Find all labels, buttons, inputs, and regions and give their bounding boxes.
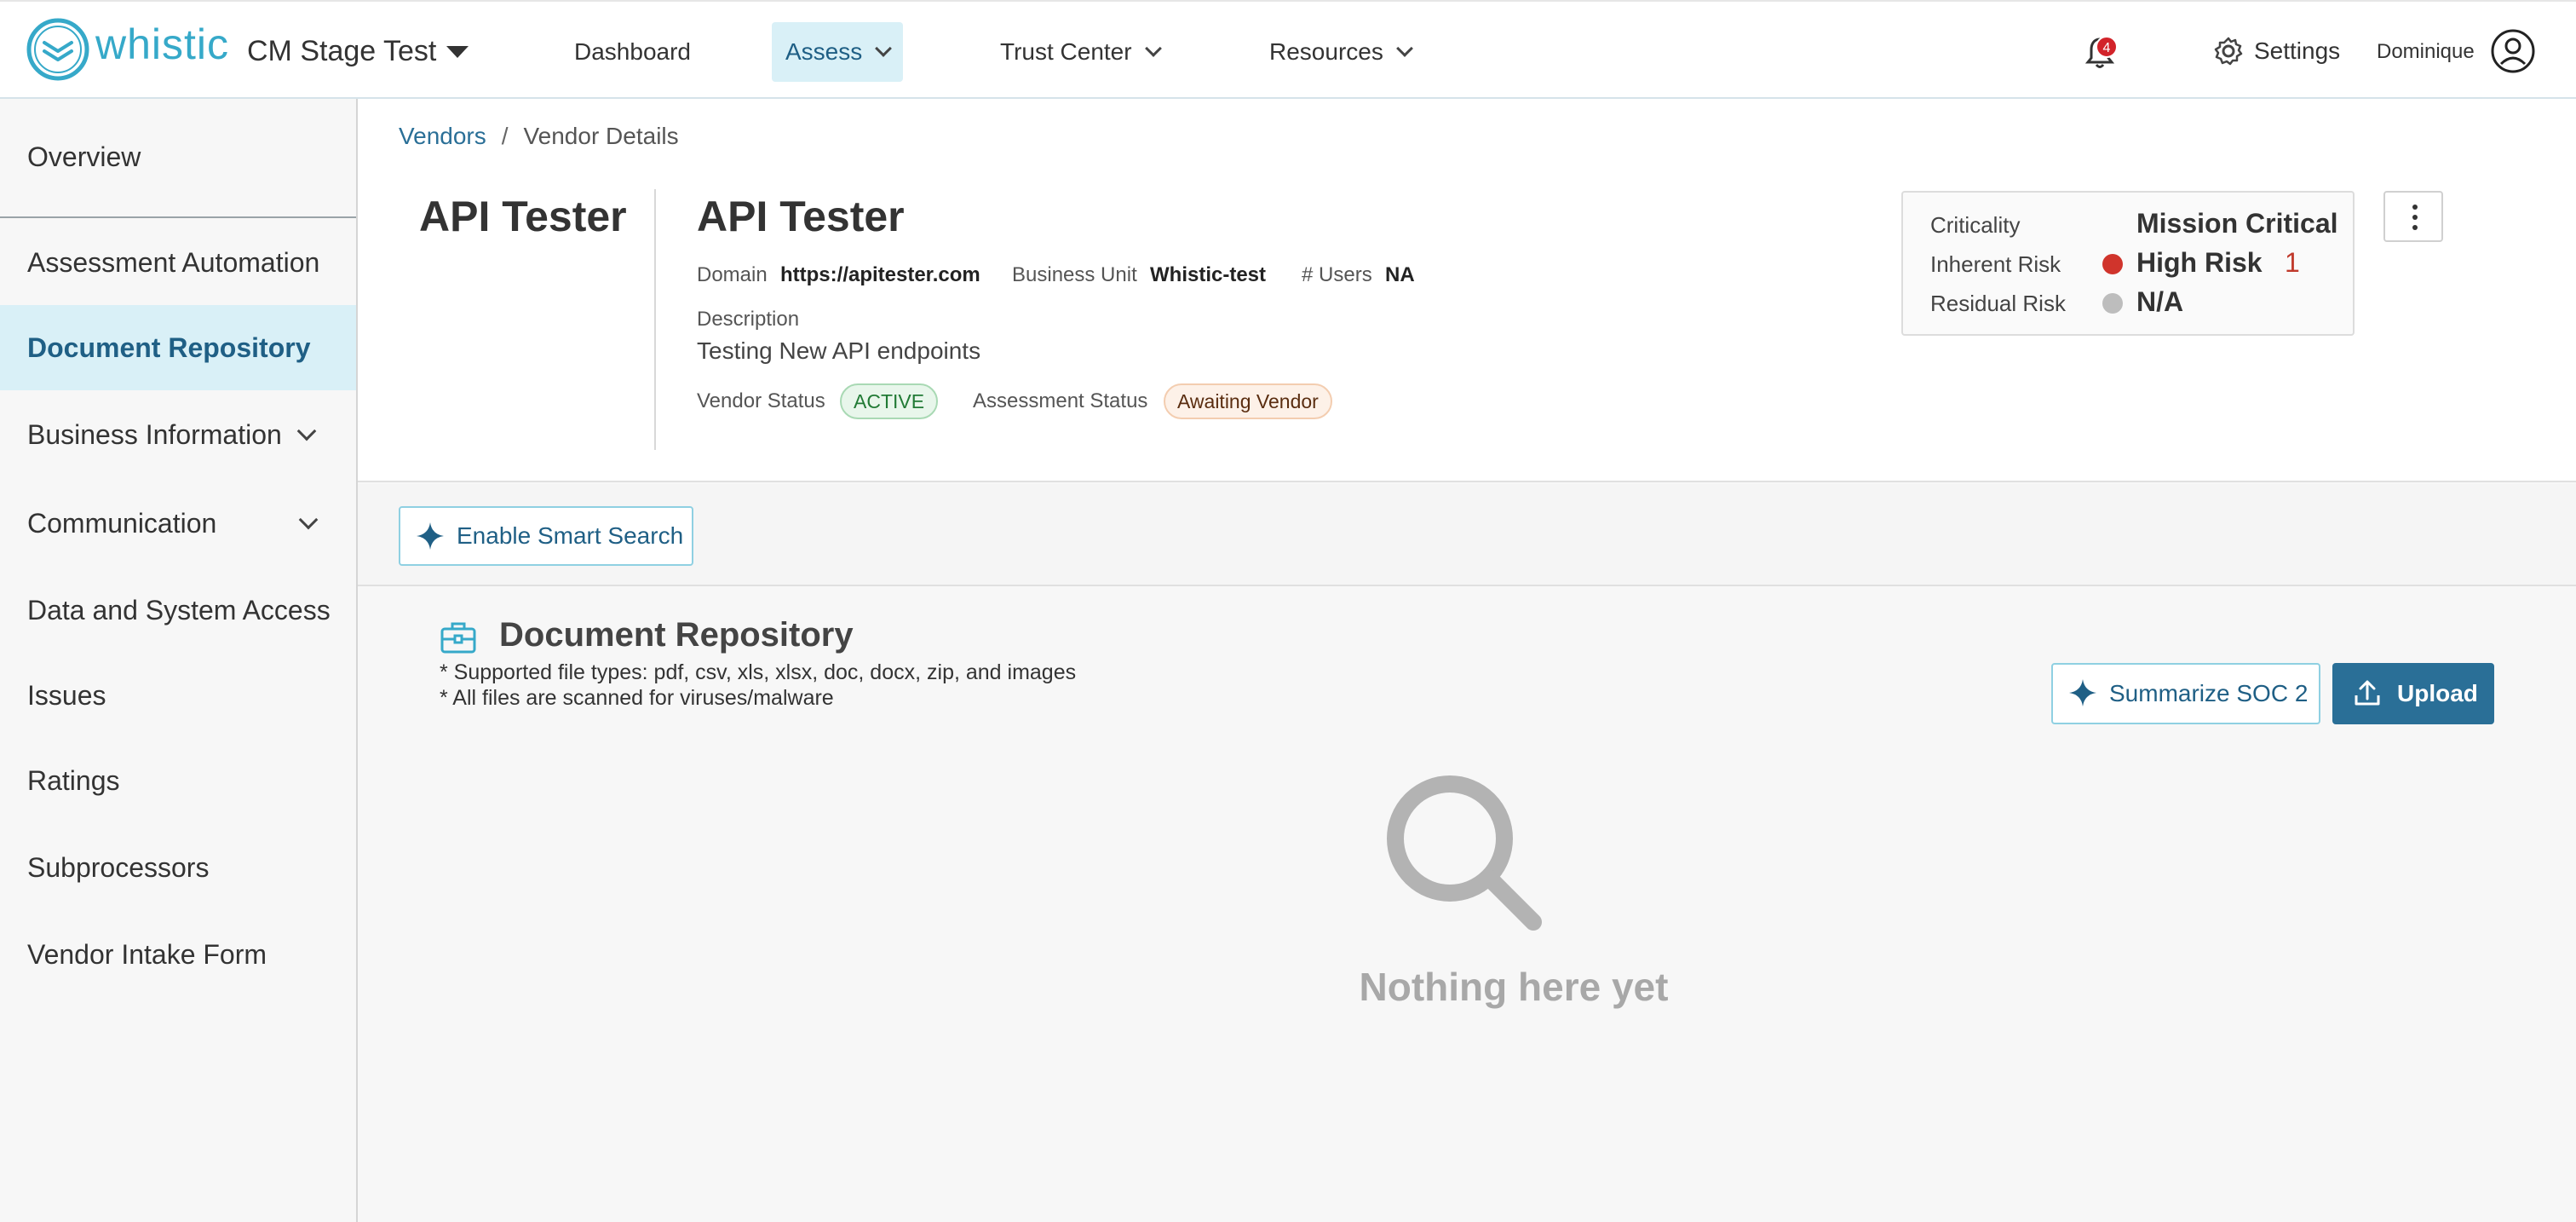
sidebar-item-label: Overview bbox=[27, 141, 141, 172]
nav-assess-label: Assess bbox=[785, 38, 863, 65]
assessment-status-badge: Awaiting Vendor bbox=[1164, 383, 1332, 419]
user-name[interactable]: Dominique bbox=[2377, 39, 2475, 65]
sidebar-item-label: Assessment Automation bbox=[27, 247, 320, 278]
sidebar-divider bbox=[0, 216, 356, 218]
upload-button[interactable]: Upload bbox=[2332, 663, 2494, 724]
sidebar: Overview Assessment Automation Document … bbox=[0, 99, 358, 1222]
sidebar-item-business-information[interactable]: Business Information bbox=[0, 392, 356, 477]
sidebar-item-subprocessors[interactable]: Subprocessors bbox=[0, 825, 356, 910]
more-options-button[interactable] bbox=[2383, 191, 2443, 242]
document-repository-section: Document Repository * Supported file typ… bbox=[358, 588, 2576, 1222]
sparkle-icon bbox=[417, 522, 444, 550]
nav-assess[interactable]: Assess bbox=[772, 22, 904, 82]
sidebar-item-label: Vendor Intake Form bbox=[27, 939, 267, 970]
sidebar-item-data-and-system-access[interactable]: Data and System Access bbox=[0, 568, 356, 653]
inherent-risk-dot-icon bbox=[2102, 254, 2123, 274]
vendor-logo-name: API Tester bbox=[419, 193, 627, 240]
caret-down-icon[interactable] bbox=[446, 46, 469, 58]
vendor-status-label: Vendor Status bbox=[697, 389, 825, 412]
business-unit-value: Whistic-test bbox=[1150, 263, 1267, 286]
sparkle-icon bbox=[2069, 679, 2096, 706]
upload-label: Upload bbox=[2397, 680, 2478, 706]
description-value: Testing New API endpoints bbox=[697, 337, 981, 364]
domain-label: Domain bbox=[697, 263, 768, 286]
assessment-status-label: Assessment Status bbox=[973, 389, 1148, 412]
inherent-risk-value: High Risk bbox=[2136, 247, 2263, 278]
notification-badge: 4 bbox=[2096, 36, 2118, 58]
business-unit-label: Business Unit bbox=[1012, 263, 1137, 286]
nav-dashboard[interactable]: Dashboard bbox=[561, 22, 704, 82]
criticality-value: Mission Critical bbox=[2136, 208, 2338, 239]
chevron-down-icon bbox=[1395, 40, 1413, 57]
nav-trust-center[interactable]: Trust Center bbox=[986, 22, 1173, 82]
logo-text[interactable]: whistic bbox=[95, 19, 229, 70]
vendor-status-badge: ACTIVE bbox=[840, 383, 939, 419]
sidebar-item-overview[interactable]: Overview bbox=[0, 114, 356, 199]
breadcrumb-current: Vendor Details bbox=[523, 123, 679, 149]
upload-icon bbox=[2355, 680, 2380, 706]
user-avatar-icon[interactable] bbox=[2491, 29, 2535, 73]
sidebar-item-label: Communication bbox=[27, 508, 217, 539]
chevron-down-icon bbox=[296, 421, 317, 441]
residual-risk-dot-icon bbox=[2102, 293, 2123, 314]
nav-dashboard-label: Dashboard bbox=[574, 38, 691, 65]
main-content: Vendors / Vendor Details API Tester API Te… bbox=[358, 99, 2576, 1222]
whistic-logo-icon[interactable] bbox=[26, 17, 90, 82]
residual-risk-value: N/A bbox=[2136, 286, 2184, 317]
vendor-header: Vendors / Vendor Details API Tester API Te… bbox=[358, 99, 2576, 482]
gear-icon[interactable] bbox=[2213, 36, 2244, 66]
sidebar-item-label: Subprocessors bbox=[27, 852, 210, 883]
settings-link[interactable]: Settings bbox=[2254, 36, 2340, 66]
sidebar-item-communication[interactable]: Communication bbox=[0, 481, 356, 566]
inherent-risk-count: 1 bbox=[2285, 247, 2300, 278]
sidebar-item-label: Document Repository bbox=[27, 332, 311, 363]
enable-smart-search-label: Enable Smart Search bbox=[457, 522, 684, 549]
empty-state-text: Nothing here yet bbox=[1359, 965, 1669, 1009]
sidebar-item-label: Business Information bbox=[27, 419, 282, 450]
briefcase-icon bbox=[440, 622, 476, 654]
summarize-soc2-button[interactable]: Summarize SOC 2 bbox=[2051, 663, 2320, 724]
kebab-dot bbox=[2412, 205, 2418, 210]
sidebar-item-label: Issues bbox=[27, 680, 106, 711]
users-value: NA bbox=[1385, 263, 1415, 286]
criticality-label: Criticality bbox=[1930, 212, 2021, 238]
supported-file-types-note: * Supported file types: pdf, csv, xls, x… bbox=[440, 660, 1077, 684]
sidebar-item-label: Ratings bbox=[27, 765, 120, 796]
org-switcher[interactable]: CM Stage Test bbox=[247, 32, 436, 70]
sidebar-item-ratings[interactable]: Ratings bbox=[0, 738, 356, 823]
sidebar-item-issues[interactable]: Issues bbox=[0, 653, 356, 738]
residual-risk-label: Residual Risk bbox=[1930, 291, 2066, 316]
domain-value: https://apitester.com bbox=[780, 263, 980, 286]
risk-summary-card: Criticality Mission Critical Inherent Ri… bbox=[1901, 191, 2355, 336]
header-divider bbox=[654, 189, 656, 450]
summarize-soc2-label: Summarize SOC 2 bbox=[2109, 680, 2309, 706]
enable-smart-search-button[interactable]: Enable Smart Search bbox=[399, 506, 693, 566]
top-navigation: whistic CM Stage Test Dashboard Assess T… bbox=[0, 0, 2576, 99]
inherent-risk-label: Inherent Risk bbox=[1930, 251, 2061, 277]
toolbar: Enable Smart Search bbox=[358, 484, 2576, 586]
breadcrumb-separator: / bbox=[501, 123, 509, 149]
kebab-dot bbox=[2412, 225, 2418, 230]
nav-trust-center-label: Trust Center bbox=[1000, 38, 1132, 65]
chevron-down-icon bbox=[298, 510, 319, 530]
sidebar-item-assessment-automation[interactable]: Assessment Automation bbox=[0, 220, 356, 305]
sidebar-item-vendor-intake-form[interactable]: Vendor Intake Form bbox=[0, 912, 356, 997]
breadcrumb: Vendors / Vendor Details bbox=[399, 119, 679, 153]
chevron-down-icon bbox=[875, 40, 893, 57]
repository-title: Document Repository bbox=[499, 616, 854, 654]
description-label: Description bbox=[697, 308, 800, 331]
vendor-name: API Tester bbox=[697, 193, 905, 240]
nav-resources-label: Resources bbox=[1269, 38, 1383, 65]
virus-scan-note: * All files are scanned for viruses/malw… bbox=[440, 686, 834, 710]
nav-resources[interactable]: Resources bbox=[1256, 22, 1424, 82]
breadcrumb-vendors-link[interactable]: Vendors bbox=[399, 123, 486, 149]
users-label: # Users bbox=[1302, 263, 1372, 286]
sidebar-item-label: Data and System Access bbox=[27, 595, 331, 625]
sidebar-item-document-repository[interactable]: Document Repository bbox=[0, 305, 356, 390]
magnifier-icon bbox=[1387, 775, 1542, 931]
chevron-down-icon bbox=[1144, 40, 1162, 57]
kebab-dot bbox=[2412, 215, 2418, 220]
